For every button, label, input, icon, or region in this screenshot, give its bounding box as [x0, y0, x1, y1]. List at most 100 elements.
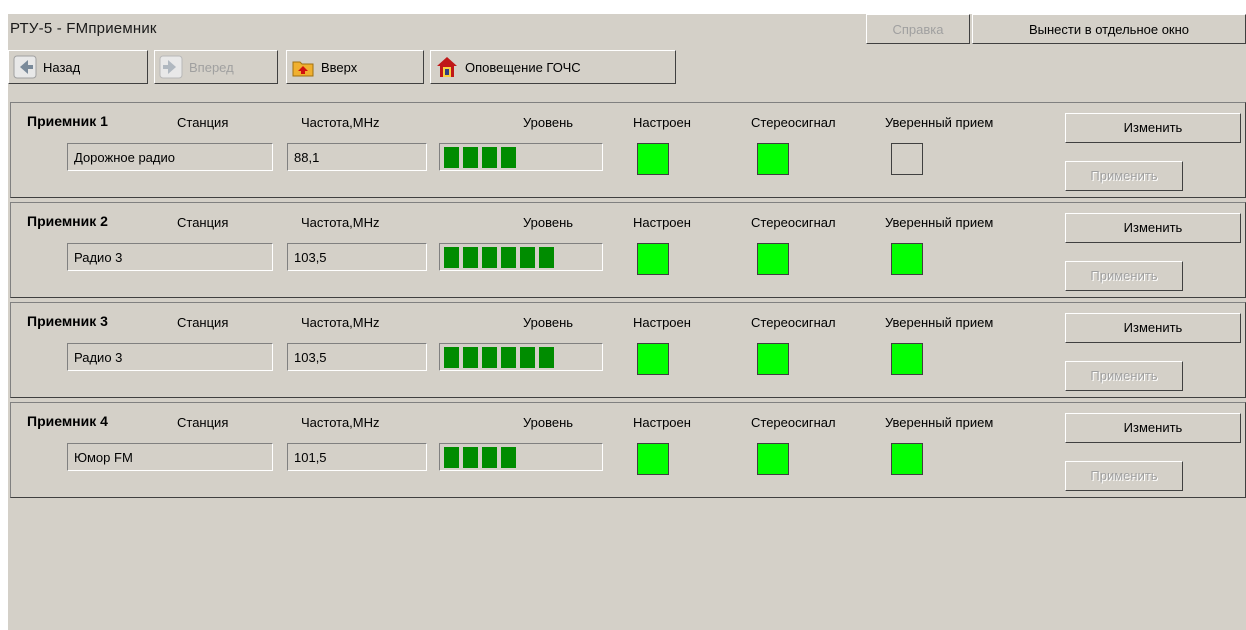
- reliable-label: Уверенный прием: [885, 115, 994, 130]
- station-label: Станция: [177, 115, 229, 130]
- apply-button[interactable]: Применить: [1065, 161, 1183, 191]
- back-label: Назад: [43, 59, 81, 75]
- change-button[interactable]: Изменить: [1065, 313, 1241, 343]
- tuned-label: Настроен: [633, 415, 691, 430]
- frequency-label: Частота,MHz: [301, 315, 380, 330]
- stereo-label: Стереосигнал: [751, 315, 836, 330]
- receiver-name: Приемник 1: [27, 113, 108, 129]
- back-button[interactable]: Назад: [8, 50, 148, 84]
- reliable-indicator: [891, 243, 923, 275]
- app-window: РТУ-5 - FMприемник Справка Вынести в отд…: [8, 14, 1246, 630]
- arrow-left-icon: [13, 55, 37, 79]
- reliable-label: Уверенный прием: [885, 215, 994, 230]
- change-button[interactable]: Изменить: [1065, 213, 1241, 243]
- level-segment: [501, 147, 516, 168]
- level-label: Уровень: [523, 215, 574, 230]
- stereo-indicator: [757, 243, 789, 275]
- level-segment: [482, 347, 497, 368]
- receiver-panel: Приемник 3 Станция Частота,MHz Уровень Настр…: [10, 302, 1246, 398]
- frequency-label: Частота,MHz: [301, 215, 380, 230]
- level-segment: [539, 247, 554, 268]
- reliable-indicator: [891, 443, 923, 475]
- frequency-field: 103,5: [287, 243, 427, 271]
- window-title: РТУ-5 - FMприемник: [10, 20, 157, 37]
- receiver-panel: Приемник 1 Станция Частота,MHz Уровень Настр…: [10, 102, 1246, 198]
- level-segment: [501, 347, 516, 368]
- receiver-name: Приемник 4: [27, 413, 108, 429]
- frequency-field: 103,5: [287, 343, 427, 371]
- tuned-indicator: [637, 343, 669, 375]
- level-segment: [463, 347, 478, 368]
- stereo-indicator: [757, 143, 789, 175]
- level-meter: [439, 243, 603, 271]
- level-segment: [520, 347, 535, 368]
- level-segment: [482, 147, 497, 168]
- station-label: Станция: [177, 215, 229, 230]
- help-button[interactable]: Справка: [866, 14, 970, 44]
- reliable-label: Уверенный прием: [885, 315, 994, 330]
- apply-button[interactable]: Применить: [1065, 261, 1183, 291]
- station-field: Дорожное радио: [67, 143, 273, 171]
- receiver-name: Приемник 3: [27, 313, 108, 329]
- navigation-toolbar: Назад Вперед Вверх Оповещение ГОЧС: [8, 50, 680, 86]
- up-button[interactable]: Вверх: [286, 50, 424, 84]
- station-label: Станция: [177, 315, 229, 330]
- frequency-field: 88,1: [287, 143, 427, 171]
- level-segment: [444, 247, 459, 268]
- level-segment: [463, 447, 478, 468]
- apply-button[interactable]: Применить: [1065, 361, 1183, 391]
- tuned-label: Настроен: [633, 215, 691, 230]
- tuned-label: Настроен: [633, 115, 691, 130]
- reliable-label: Уверенный прием: [885, 415, 994, 430]
- level-segment: [501, 247, 516, 268]
- station-field: Юмор FM: [67, 443, 273, 471]
- tuned-label: Настроен: [633, 315, 691, 330]
- change-button[interactable]: Изменить: [1065, 113, 1241, 143]
- stereo-indicator: [757, 443, 789, 475]
- level-segment: [444, 447, 459, 468]
- level-meter: [439, 143, 603, 171]
- detach-window-button[interactable]: Вынести в отдельное окно: [972, 14, 1246, 44]
- frequency-field: 101,5: [287, 443, 427, 471]
- level-segment: [444, 147, 459, 168]
- change-button[interactable]: Изменить: [1065, 413, 1241, 443]
- receiver-panel: Приемник 2 Станция Частота,MHz Уровень Настр…: [10, 202, 1246, 298]
- reliable-indicator: [891, 343, 923, 375]
- alert-button[interactable]: Оповещение ГОЧС: [430, 50, 676, 84]
- stereo-indicator: [757, 343, 789, 375]
- frequency-label: Частота,MHz: [301, 415, 380, 430]
- stereo-label: Стереосигнал: [751, 115, 836, 130]
- frequency-label: Частота,MHz: [301, 115, 380, 130]
- tuned-indicator: [637, 443, 669, 475]
- level-segment: [482, 447, 497, 468]
- receiver-panel: Приемник 4 Станция Частота,MHz Уровень Настр…: [10, 402, 1246, 498]
- reliable-indicator: [891, 143, 923, 175]
- level-segment: [539, 347, 554, 368]
- forward-label: Вперед: [189, 59, 234, 75]
- level-meter: [439, 343, 603, 371]
- level-label: Уровень: [523, 315, 574, 330]
- folder-up-icon: [291, 55, 315, 79]
- forward-button[interactable]: Вперед: [154, 50, 278, 84]
- stereo-label: Стереосигнал: [751, 415, 836, 430]
- receiver-name: Приемник 2: [27, 213, 108, 229]
- level-segment: [463, 247, 478, 268]
- level-meter: [439, 443, 603, 471]
- level-segment: [520, 247, 535, 268]
- level-segment: [463, 147, 478, 168]
- level-label: Уровень: [523, 415, 574, 430]
- apply-button[interactable]: Применить: [1065, 461, 1183, 491]
- arrow-right-icon: [159, 55, 183, 79]
- stereo-label: Стереосигнал: [751, 215, 836, 230]
- level-segment: [501, 447, 516, 468]
- tuned-indicator: [637, 243, 669, 275]
- level-segment: [482, 247, 497, 268]
- station-label: Станция: [177, 415, 229, 430]
- station-field: Радио 3: [67, 243, 273, 271]
- tuned-indicator: [637, 143, 669, 175]
- up-label: Вверх: [321, 59, 358, 75]
- alert-label: Оповещение ГОЧС: [465, 59, 581, 75]
- station-field: Радио 3: [67, 343, 273, 371]
- level-segment: [444, 347, 459, 368]
- house-alert-icon: [435, 55, 459, 79]
